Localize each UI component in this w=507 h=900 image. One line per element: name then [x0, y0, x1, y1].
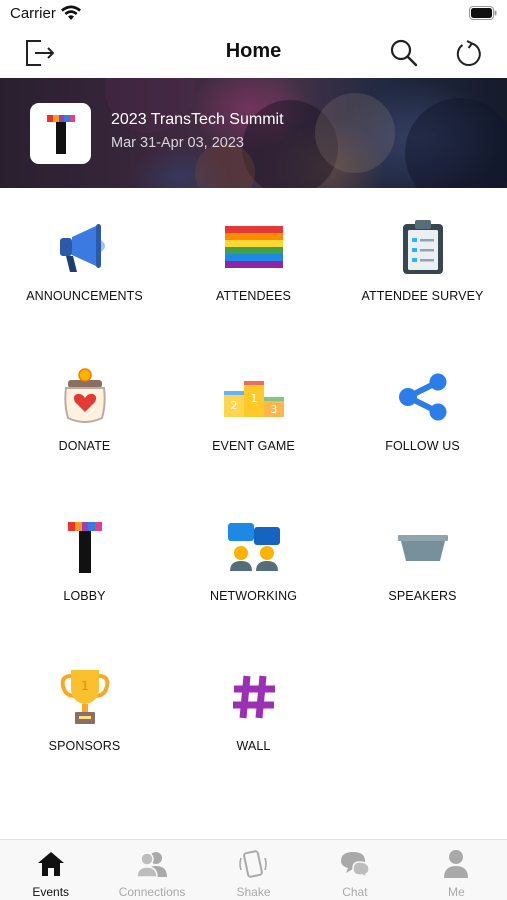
- tile-label: ATTENDEE SURVEY: [361, 289, 484, 303]
- trophy-icon: 1: [60, 670, 109, 724]
- tile-donate[interactable]: DONATE: [0, 355, 169, 465]
- tab-me[interactable]: Me: [406, 840, 507, 900]
- person-icon: [444, 850, 469, 878]
- tile-label: LOBBY: [63, 589, 106, 603]
- tile-attendees[interactable]: ATTENDEES: [169, 205, 338, 315]
- megaphone-icon: [59, 224, 105, 272]
- chat-bubbles-icon: [340, 852, 370, 878]
- tab-connections[interactable]: Connections: [101, 840, 202, 900]
- people-icon: [136, 852, 168, 878]
- tile-follow-us[interactable]: FOLLOW US: [338, 355, 507, 465]
- tile-speakers[interactable]: SPEAKERS: [338, 505, 507, 615]
- tab-events[interactable]: Events: [0, 840, 101, 900]
- tile-label: SPEAKERS: [388, 589, 457, 603]
- tile-attendee-survey[interactable]: ATTENDEE SURVEY: [338, 205, 507, 315]
- tab-chat[interactable]: Chat: [304, 840, 405, 900]
- stage-icon: [397, 535, 448, 561]
- refresh-button[interactable]: [451, 35, 487, 71]
- search-icon: [390, 39, 418, 67]
- tab-bar: Events Connections Shake Chat Me: [0, 839, 507, 900]
- battery-icon: [469, 6, 497, 20]
- page-title: Home: [225, 40, 282, 62]
- tab-label: Chat: [342, 885, 368, 899]
- tile-label: FOLLOW US: [385, 439, 460, 453]
- tab-label: Events: [32, 885, 70, 899]
- tile-label: EVENT GAME: [212, 439, 295, 453]
- tab-label: Connections: [118, 885, 186, 899]
- status-bar: Carrier: [0, 0, 507, 28]
- svg-text:1: 1: [250, 392, 257, 405]
- tile-networking[interactable]: NETWORKING: [169, 505, 338, 615]
- carrier-label: Carrier: [10, 5, 56, 22]
- tab-label: Me: [447, 885, 465, 899]
- tile-label: ATTENDEES: [216, 289, 291, 303]
- tile-label: NETWORKING: [209, 589, 298, 603]
- tile-sponsors[interactable]: 1 SPONSORS: [0, 655, 169, 765]
- transtech-logo-icon: [46, 114, 75, 154]
- hashtag-icon: [232, 675, 275, 719]
- phone-shake-icon: [239, 850, 268, 878]
- tile-wall[interactable]: WALL: [169, 655, 338, 765]
- svg-text:3: 3: [270, 403, 277, 416]
- tab-shake[interactable]: Shake: [203, 840, 304, 900]
- search-button[interactable]: [386, 35, 422, 71]
- refresh-icon: [456, 40, 481, 66]
- tile-label: DONATE: [58, 439, 111, 453]
- tab-label: Shake: [236, 885, 271, 899]
- svg-text:1: 1: [81, 679, 89, 693]
- event-banner[interactable]: 2023 TransTech Summit Mar 31-Apr 03, 202…: [0, 78, 507, 188]
- svg-text:2: 2: [230, 399, 237, 412]
- tile-lobby[interactable]: LOBBY: [0, 505, 169, 615]
- tile-label: SPONSORS: [48, 739, 121, 753]
- logout-button[interactable]: [21, 35, 57, 71]
- event-title: 2023 TransTech Summit: [111, 111, 284, 128]
- wifi-icon: [61, 5, 81, 20]
- logout-icon: [26, 40, 54, 66]
- transtech-logo-icon: [67, 522, 102, 573]
- event-dates: Mar 31-Apr 03, 2023: [111, 135, 244, 151]
- tile-label: WALL: [236, 739, 271, 753]
- tile-announcements[interactable]: ANNOUNCEMENTS: [0, 205, 169, 315]
- rainbow-flag-icon: [224, 226, 283, 268]
- event-logo: [30, 103, 91, 164]
- donation-jar-icon: [63, 368, 106, 423]
- podium-icon: 1 2 3: [223, 381, 284, 417]
- clipboard-icon: [402, 220, 443, 274]
- tile-event-game[interactable]: 1 2 3 EVENT GAME: [169, 355, 338, 465]
- share-icon: [398, 373, 446, 421]
- navigation-bar: Home: [0, 28, 507, 78]
- home-icon: [37, 852, 64, 876]
- networking-icon: [227, 523, 280, 571]
- tile-label: ANNOUNCEMENTS: [26, 289, 143, 303]
